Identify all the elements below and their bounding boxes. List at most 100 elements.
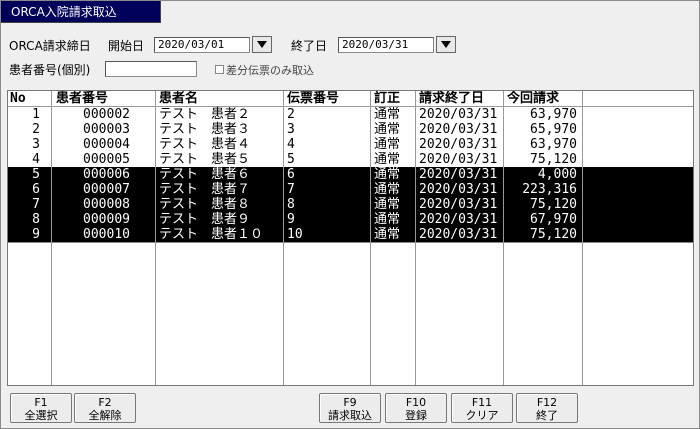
table-cell: 通常 [374, 137, 401, 152]
table-cell: 2020/03/31 [419, 197, 498, 212]
column-divider [370, 91, 371, 385]
patient-number-input[interactable] [105, 61, 197, 77]
table-row[interactable]: 3 000004 テスト 患者４ 4 通常 2020/03/31 63,970 [8, 137, 693, 152]
table-cell: 7 [32, 197, 40, 212]
table-cell: テスト 患者９ [159, 212, 251, 227]
header-billing-end-date: 請求終了日 [419, 91, 485, 106]
table-cell: 9 [32, 227, 40, 242]
table-cell: テスト 患者２ [159, 107, 251, 122]
table-cell: テスト 患者４ [159, 137, 251, 152]
table-cell: 4,000 [537, 167, 577, 182]
header-correction: 訂正 [374, 91, 401, 106]
table-row[interactable]: 1 000002 テスト 患者２ 2 通常 2020/03/31 63,970 [8, 107, 693, 122]
end-date-dropdown-button[interactable] [436, 36, 456, 53]
f9-import-billing-button[interactable]: F9 請求取込 [319, 393, 381, 423]
table-cell: 2020/03/31 [419, 122, 498, 137]
diff-only-label: 差分伝票のみ取込 [226, 64, 314, 77]
header-current-billing: 今回請求 [507, 91, 560, 106]
f2-deselect-all-button[interactable]: F2 全解除 [74, 393, 136, 423]
table-cell: 6 [32, 182, 40, 197]
table-cell: 75,120 [530, 227, 577, 242]
table-cell: 2020/03/31 [419, 137, 498, 152]
column-divider [415, 91, 416, 385]
table-row-selected[interactable]: 9 000010 テスト 患者１０ 10 通常 2020/03/31 75,12… [8, 227, 693, 242]
table-row[interactable]: 4 000005 テスト 患者５ 5 通常 2020/03/31 75,120 [8, 152, 693, 167]
row-separator [8, 242, 693, 243]
table-row-selected[interactable]: 5 000006 テスト 患者６ 6 通常 2020/03/31 4,000 [8, 167, 693, 182]
start-date-input[interactable]: 2020/03/01 [154, 37, 250, 53]
table-cell: 通常 [374, 212, 401, 227]
table-cell: 通常 [374, 197, 401, 212]
start-date-label: 開始日 [108, 39, 145, 53]
table-cell: 2 [287, 107, 295, 122]
table-cell: 2 [32, 122, 40, 137]
table-header: No 患者番号 患者名 伝票番号 訂正 請求終了日 今回請求 [8, 91, 693, 107]
table-cell: 4 [32, 152, 40, 167]
table-cell: テスト 患者３ [159, 122, 251, 137]
table-cell: 通常 [374, 182, 401, 197]
table-cell: 000007 [83, 182, 130, 197]
table-cell: 3 [32, 137, 40, 152]
table-cell: 63,970 [530, 107, 577, 122]
header-patient-id: 患者番号 [56, 91, 109, 106]
chevron-down-icon [441, 41, 451, 48]
table-cell: 000002 [83, 107, 130, 122]
header-no: No [10, 91, 26, 106]
table-cell: 67,970 [530, 212, 577, 227]
table-cell: 2020/03/31 [419, 212, 498, 227]
table-cell: 000006 [83, 167, 130, 182]
table-cell: 通常 [374, 227, 401, 242]
table-cell: 000004 [83, 137, 130, 152]
header-slip-number: 伝票番号 [287, 91, 340, 106]
table-cell: 63,970 [530, 137, 577, 152]
table-cell: 000005 [83, 152, 130, 167]
table-cell: 2020/03/31 [419, 167, 498, 182]
column-divider [155, 91, 156, 385]
table-cell: 1 [32, 107, 40, 122]
table-cell: テスト 患者８ [159, 197, 251, 212]
table-cell: 9 [287, 212, 295, 227]
table-cell: テスト 患者５ [159, 152, 251, 167]
table-cell: 000003 [83, 122, 130, 137]
table-cell: 6 [287, 167, 295, 182]
table-cell: 5 [287, 152, 295, 167]
table-cell: 10 [287, 227, 303, 242]
table-cell: 2020/03/31 [419, 107, 498, 122]
f10-register-button[interactable]: F10 登録 [385, 393, 447, 423]
table-cell: 8 [32, 212, 40, 227]
column-divider [582, 91, 583, 385]
patient-number-label: 患者番号(個別) [9, 63, 91, 77]
table-cell: 75,120 [530, 152, 577, 167]
table-cell: 75,120 [530, 197, 577, 212]
billing-date-label: ORCA請求締日 [9, 39, 91, 53]
table-cell: 4 [287, 137, 295, 152]
start-date-dropdown-button[interactable] [252, 36, 272, 53]
table-cell: 8 [287, 197, 295, 212]
table-cell: 2020/03/31 [419, 182, 498, 197]
end-date-label: 終了日 [291, 39, 328, 53]
window-title: ORCA入院請求取込 [1, 1, 161, 23]
table-cell: 000008 [83, 197, 130, 212]
table-cell: 通常 [374, 107, 401, 122]
column-divider [51, 91, 52, 385]
f11-clear-button[interactable]: F11 クリア [451, 393, 513, 423]
diff-only-checkbox[interactable] [215, 65, 224, 74]
table-row[interactable]: 2 000003 テスト 患者３ 3 通常 2020/03/31 65,970 [8, 122, 693, 137]
billing-table[interactable]: No 患者番号 患者名 伝票番号 訂正 請求終了日 今回請求 1 000002 … [7, 90, 694, 386]
column-divider [283, 91, 284, 385]
table-cell: 2020/03/31 [419, 227, 498, 242]
f12-exit-button[interactable]: F12 終了 [516, 393, 578, 423]
table-cell: 2020/03/31 [419, 152, 498, 167]
table-cell: テスト 患者７ [159, 182, 251, 197]
table-cell: テスト 患者１０ [159, 227, 264, 242]
chevron-down-icon [257, 41, 267, 48]
table-cell: 5 [32, 167, 40, 182]
table-row-selected[interactable]: 7 000008 テスト 患者８ 8 通常 2020/03/31 75,120 [8, 197, 693, 212]
table-cell: テスト 患者６ [159, 167, 251, 182]
end-date-input[interactable]: 2020/03/31 [338, 37, 434, 53]
table-row-selected[interactable]: 8 000009 テスト 患者９ 9 通常 2020/03/31 67,970 [8, 212, 693, 227]
table-cell: 3 [287, 122, 295, 137]
table-cell: 223,316 [522, 182, 577, 197]
table-row-selected[interactable]: 6 000007 テスト 患者７ 7 通常 2020/03/31 223,316 [8, 182, 693, 197]
f1-select-all-button[interactable]: F1 全選択 [10, 393, 72, 423]
